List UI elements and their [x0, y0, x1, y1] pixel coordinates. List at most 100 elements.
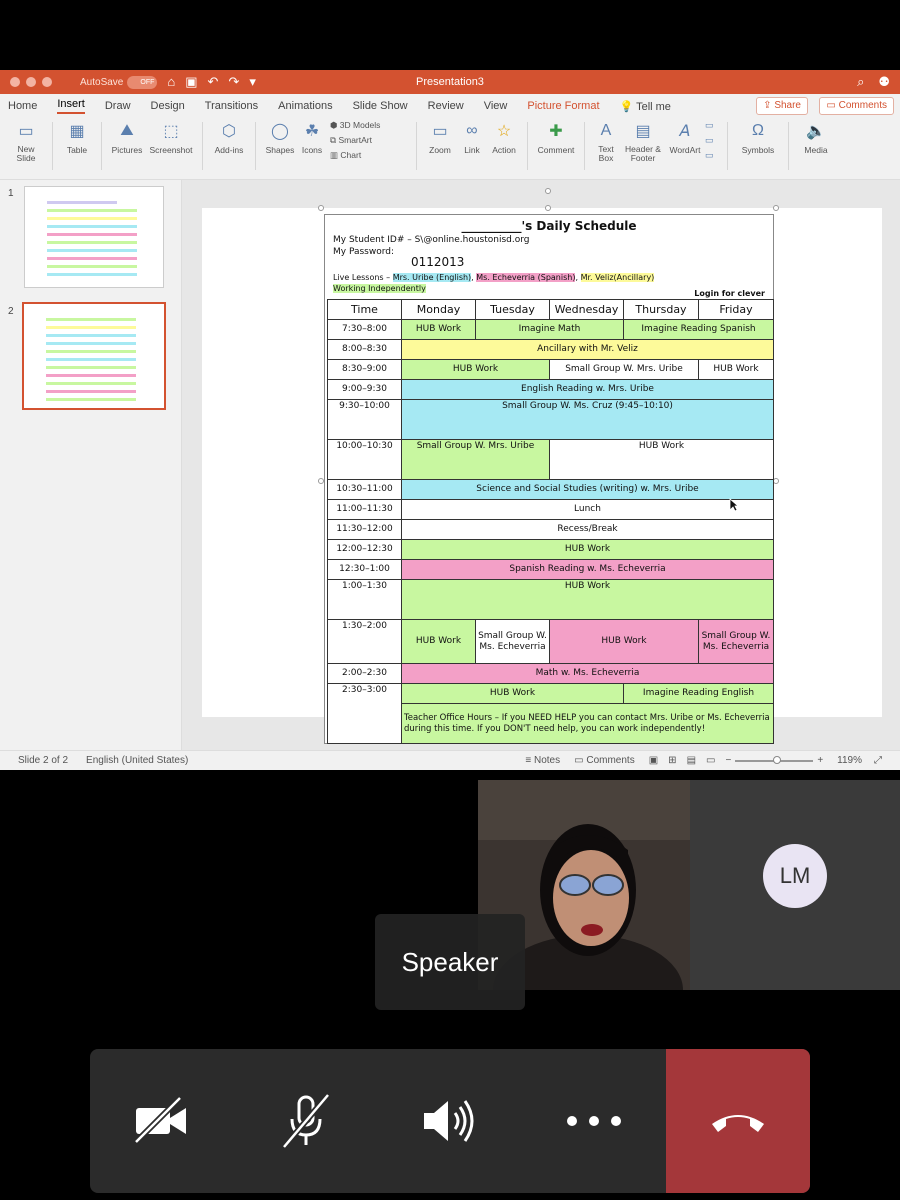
table-label: Table [66, 145, 88, 155]
slide-thumbnail-1[interactable] [24, 186, 164, 288]
header-footer-button[interactable]: ▤ Header & Footer [621, 118, 665, 163]
close-window-button[interactable] [10, 77, 20, 87]
status-comments-button[interactable]: ▭ Comments [574, 755, 635, 766]
tab-review[interactable]: Review [428, 100, 464, 112]
new-slide-button[interactable]: ▭ New Slide [6, 118, 46, 163]
time-cell: 2:00–2:30 [327, 663, 402, 684]
zoom-in-icon[interactable]: + [817, 755, 823, 766]
zoom-slider-thumb[interactable] [773, 755, 782, 764]
speaker-volume-icon [424, 1100, 474, 1142]
table-button[interactable]: ▦ Table [59, 118, 95, 155]
table-row: 8:30–9:00 HUB Work Small Group W. Mrs. U… [327, 359, 774, 380]
tab-home[interactable]: Home [8, 100, 37, 112]
save-icon[interactable]: ▣ [185, 74, 197, 90]
slide-sorter-icon[interactable]: ⊞ [668, 755, 676, 766]
media-button[interactable]: 🔈 Media [795, 118, 837, 155]
slide-thumbnail-2[interactable] [22, 302, 166, 410]
symbols-button[interactable]: Ω Symbols [734, 118, 782, 155]
textbox-button[interactable]: A Text Box [591, 118, 621, 163]
undo-icon[interactable]: ↶ [208, 74, 219, 90]
tab-picture-format[interactable]: Picture Format [527, 100, 599, 112]
tab-animations[interactable]: Animations [278, 100, 332, 112]
share-button[interactable]: ⇪ Share [756, 97, 808, 115]
hang-up-icon [712, 1115, 764, 1132]
normal-view-icon[interactable]: ▣ [649, 755, 658, 766]
smartart-button[interactable]: ⧉ SmartArt [330, 135, 410, 146]
time-cell: 7:30–8:00 [327, 319, 402, 340]
time-cell: 9:00–9:30 [327, 379, 402, 400]
column-header: Wednesday [549, 299, 624, 320]
camera-toggle-button[interactable] [90, 1049, 234, 1193]
resize-handle[interactable] [545, 205, 551, 211]
shapes-button[interactable]: ◯ Shapes [262, 118, 298, 155]
comment-button[interactable]: ✚ Comment [534, 118, 578, 155]
wordart-button[interactable]: 𝘈 WordArt [665, 118, 705, 155]
reading-view-icon[interactable]: ▤ [687, 755, 696, 766]
tell-me-search[interactable]: 💡 Tell me [620, 100, 671, 113]
3d-models-button[interactable]: ⬢ 3D Models [330, 120, 410, 131]
time-cell: 8:30–9:00 [327, 359, 402, 380]
speaker-mode-label[interactable]: Speaker [375, 914, 525, 1010]
chart-button[interactable]: ▥ Chart [330, 150, 410, 161]
zoom-button[interactable]: ▭ Zoom [423, 118, 457, 155]
thumbnail-number: 2 [8, 306, 14, 317]
fit-slide-icon[interactable]: ⤢ [874, 755, 882, 766]
addins-button[interactable]: ⬡ Add-ins [209, 118, 249, 155]
meeting-controls [90, 1049, 810, 1193]
table-row: 1:30–2:00 HUB Work Small Group W. Ms. Ec… [327, 619, 774, 664]
minimize-window-button[interactable] [26, 77, 36, 87]
tab-view[interactable]: View [484, 100, 508, 112]
autosave-control[interactable]: AutoSave OFF [80, 75, 158, 89]
zoom-slider[interactable] [735, 755, 814, 764]
home-icon[interactable]: ⌂ [167, 74, 175, 90]
search-icon[interactable]: ⌕ [857, 74, 864, 90]
resize-handle[interactable] [318, 205, 324, 211]
link-icon: ∞ [466, 122, 478, 139]
microphone-off-icon [281, 1093, 331, 1149]
time-cell: 8:00–8:30 [327, 339, 402, 360]
speaker-audio-button[interactable] [378, 1049, 522, 1193]
addins-icon: ⬡ [222, 123, 236, 140]
tab-draw[interactable]: Draw [105, 100, 131, 112]
object-icon[interactable]: ▭ [705, 150, 721, 161]
slide-number-icon[interactable]: ▭ [705, 135, 721, 146]
participant-tile[interactable]: LM [690, 780, 900, 990]
zoom-out-icon[interactable]: − [725, 755, 731, 766]
tab-design[interactable]: Design [151, 100, 185, 112]
redo-icon[interactable]: ↷ [228, 74, 239, 90]
mute-toggle-button[interactable] [234, 1049, 378, 1193]
icons-button[interactable]: ☘ Icons [298, 118, 326, 155]
account-icon[interactable]: ⚉ [878, 74, 890, 90]
zoom-window-button[interactable] [42, 77, 52, 87]
zoom-percent[interactable]: 119% [837, 755, 862, 766]
autosave-toggle[interactable]: OFF [127, 75, 158, 89]
tab-transitions[interactable]: Transitions [205, 100, 258, 112]
date-time-icon[interactable]: ▭ [705, 120, 721, 131]
customize-toolbar-icon[interactable]: ▾ [249, 74, 256, 90]
table-row: 1:00–1:30 HUB Work [327, 579, 774, 620]
language-indicator[interactable]: English (United States) [86, 755, 188, 766]
notes-button[interactable]: ≡ Notes [525, 755, 560, 766]
more-options-button[interactable] [522, 1049, 666, 1193]
rotate-handle[interactable] [545, 188, 551, 194]
textbox-label: Text Box [598, 144, 614, 163]
resize-handle[interactable] [773, 205, 779, 211]
tab-slide-show[interactable]: Slide Show [353, 100, 408, 112]
schedule-picture[interactable]: __________'s Daily Schedule My Student I… [324, 214, 774, 744]
end-call-button[interactable] [666, 1049, 810, 1193]
screenshot-button[interactable]: ⬚ Screenshot [146, 118, 196, 155]
schedule-cell: HUB Work [401, 619, 476, 664]
slideshow-icon[interactable]: ▭ [706, 755, 715, 766]
omega-icon: Ω [752, 122, 764, 139]
live-lesson-english: Mrs. Uribe (English) [392, 273, 472, 282]
table-row: 10:00–10:30 Small Group W. Mrs. Uribe HU… [327, 439, 774, 480]
schedule-table: Time Monday Tuesday Wednesday Thursday F… [327, 299, 774, 744]
link-button[interactable]: ∞ Link [457, 118, 487, 155]
pictures-button[interactable]: ⛰ Pictures [108, 118, 146, 155]
comments-button[interactable]: ▭ Comments [819, 97, 894, 115]
tab-insert[interactable]: Insert [57, 98, 85, 114]
comments-label: Comments [838, 100, 887, 111]
action-button[interactable]: ☆ Action [487, 118, 521, 155]
schedule-cell: HUB Work [549, 619, 699, 664]
notes-icon: ≡ [525, 755, 534, 766]
